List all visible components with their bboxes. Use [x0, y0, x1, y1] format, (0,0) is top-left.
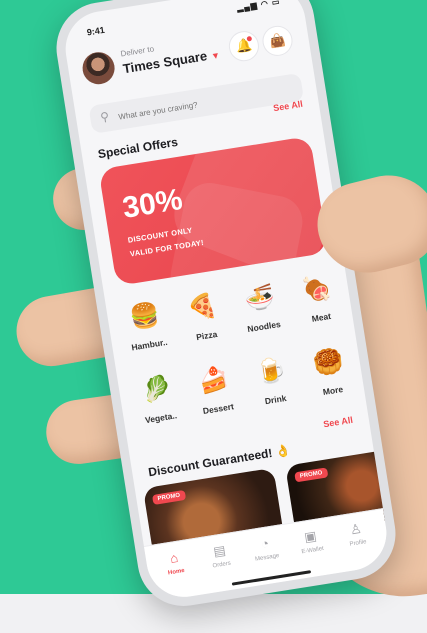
- tab-profile[interactable]: ♙ Profile: [331, 518, 382, 550]
- drink-icon: 🍺: [254, 355, 289, 388]
- category-label: Dessert: [202, 401, 235, 417]
- category-label: Noodles: [246, 318, 282, 335]
- category-label: Hambur..: [130, 336, 169, 353]
- category-dessert[interactable]: 🍰 Dessert: [183, 360, 251, 434]
- vegetable-icon: 🥬: [139, 373, 174, 406]
- category-label: Drink: [264, 392, 288, 407]
- hamburger-icon: 🍔: [128, 300, 162, 333]
- tab-message[interactable]: ◔ Message: [240, 532, 291, 564]
- category-hamburger[interactable]: 🍔 Hambur..: [114, 296, 182, 370]
- tab-home[interactable]: ⌂ Home: [149, 547, 200, 579]
- home-indicator: [231, 570, 312, 586]
- category-label: Pizza: [195, 328, 219, 343]
- category-label: Meat: [310, 310, 332, 324]
- promo-badge: PROMO: [294, 467, 329, 483]
- search-icon: ⚲: [99, 109, 111, 125]
- category-pizza[interactable]: 🍕 Pizza: [171, 287, 239, 361]
- chevron-down-icon: ▼: [210, 50, 221, 62]
- special-offers-title: Special Offers: [96, 134, 179, 162]
- dessert-icon: 🍰: [196, 364, 231, 397]
- tab-orders[interactable]: ▤ Orders: [195, 540, 246, 572]
- category-noodles[interactable]: 🍜 Noodles: [228, 278, 296, 352]
- promo-badge: PROMO: [152, 489, 186, 505]
- more-icon: 🥮: [311, 346, 346, 379]
- category-more[interactable]: 🥮 More: [297, 342, 365, 416]
- cart-button[interactable]: 👜: [260, 23, 295, 59]
- tab-e-wallet[interactable]: ▣ E-Wallet: [286, 525, 337, 557]
- category-vegetables[interactable]: 🥬 Vegeta..: [125, 369, 193, 443]
- meat-icon: 🍖: [299, 273, 334, 305]
- search-input[interactable]: [114, 83, 271, 127]
- status-time: 9:41: [86, 24, 106, 38]
- category-meat[interactable]: 🍖 Meat: [286, 268, 354, 342]
- pizza-icon: 🍕: [185, 291, 220, 324]
- noodles-icon: 🍜: [242, 282, 277, 315]
- category-label: More: [322, 383, 344, 398]
- phone-screen: 9:41 ▂▄▆ ◠ ▭ Deliver to Times Square ▼ 🔔 …: [60, 0, 392, 603]
- notification-button[interactable]: 🔔: [226, 29, 262, 64]
- category-label: Vegeta..: [144, 410, 178, 426]
- status-indicators-icon: ▂▄▆ ◠ ▭: [236, 0, 282, 13]
- offer-banner[interactable]: 30% DISCOUNT ONLY VALID FOR TODAY!: [98, 135, 329, 287]
- avatar[interactable]: [80, 49, 117, 87]
- phone: 9:41 ▂▄▆ ◠ ▭ Deliver to Times Square ▼ 🔔 …: [49, 0, 403, 613]
- bag-icon: 👜: [268, 31, 287, 50]
- category-drink[interactable]: 🍺 Drink: [240, 351, 308, 425]
